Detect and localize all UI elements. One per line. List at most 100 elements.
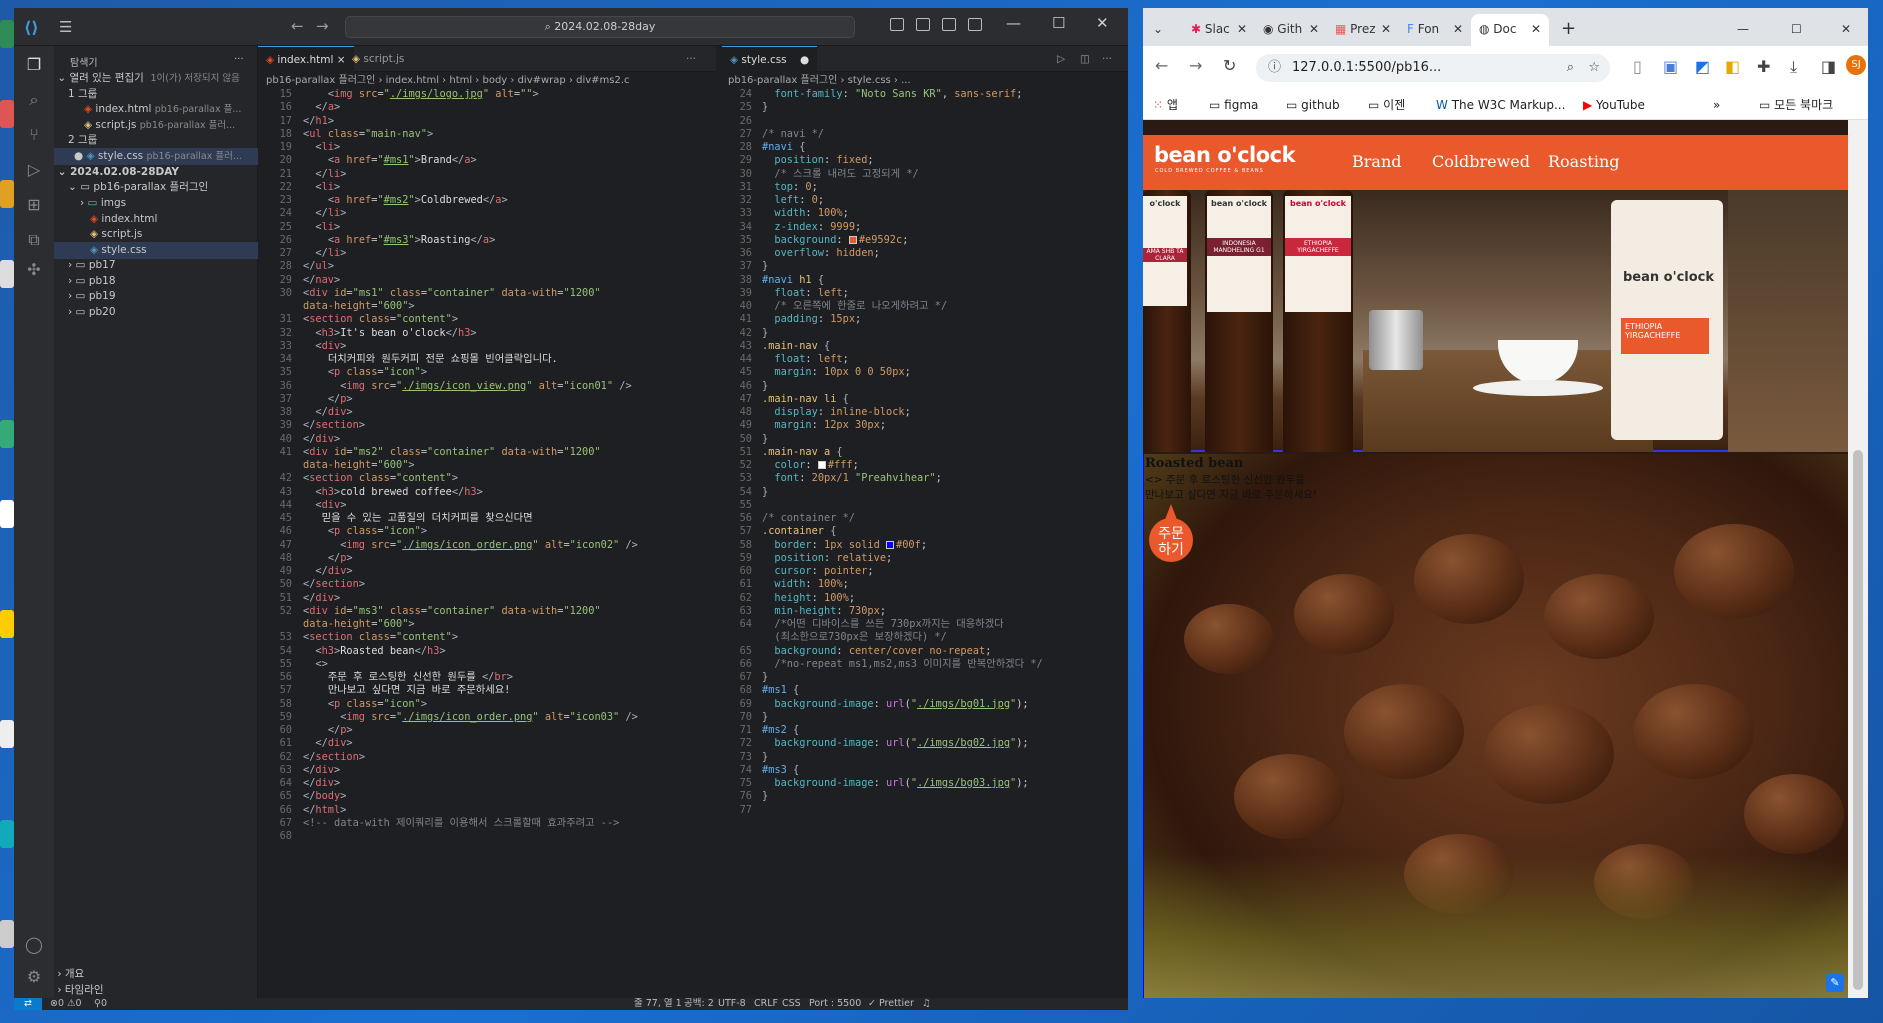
close-tab-icon[interactable]: ✕ — [1381, 14, 1391, 44]
indentation[interactable]: 공백: 2 — [684, 998, 714, 1010]
back-arrow-icon[interactable]: ← — [291, 17, 304, 35]
tab-search-icon[interactable]: ⌄ — [1145, 14, 1171, 46]
notifications-bell-icon[interactable]: ♫ — [922, 998, 931, 1010]
source-control-icon[interactable]: ⑂ — [25, 126, 43, 144]
back-icon[interactable]: ← — [1155, 56, 1168, 75]
close-tab-icon[interactable]: ✕ — [1309, 14, 1319, 44]
menu-icon[interactable]: ☰ — [59, 18, 77, 36]
folder-pb20[interactable]: › ▭ pb20 — [54, 304, 258, 321]
extensions-puzzle-icon[interactable]: ✚ — [1757, 57, 1770, 76]
search-icon[interactable]: ⌕ — [25, 91, 43, 109]
close-tab-icon[interactable]: ✕ — [1531, 14, 1541, 44]
tree-script-js[interactable]: ◈ script.js — [54, 226, 258, 243]
desktop-icon[interactable] — [0, 260, 14, 288]
extension-icon[interactable]: ▯ — [1633, 57, 1642, 76]
open-editors-section[interactable]: ⌄ 열려 있는 편집기 1이(가) 저장되지 않음 — [54, 70, 258, 87]
download-icon[interactable]: ⤓ — [1790, 57, 1797, 77]
tab-index-html[interactable]: ◈ index.html × — [258, 46, 354, 72]
nav-link-coldbrewed[interactable]: Coldbrewed — [1432, 152, 1530, 171]
tab-github[interactable]: ◉ Gith ✕ — [1255, 14, 1327, 46]
breadcrumb-left[interactable]: pb16-parallax 플러그인 › index.html › html ›… — [266, 73, 716, 89]
forward-arrow-icon[interactable]: → — [316, 17, 329, 35]
ports-indicator[interactable]: ⚲0 — [94, 998, 107, 1010]
remote-indicator-icon[interactable]: ⇄ — [14, 998, 42, 1010]
tree-imgs[interactable]: › ▭ imgs — [54, 195, 258, 212]
maximize-icon[interactable]: ☐ — [1052, 14, 1065, 32]
minimize-icon[interactable]: — — [1729, 14, 1759, 46]
desktop-icon[interactable] — [0, 180, 14, 208]
cursor-position[interactable]: 줄 77, 열 1 — [634, 998, 682, 1010]
all-bookmarks[interactable]: ▭ 모든 북마크 — [1759, 95, 1833, 115]
customize-layout-icon[interactable] — [968, 18, 982, 31]
tab-fonts[interactable]: F Fon ✕ — [1399, 14, 1471, 46]
section-ms1-brand-image[interactable]: o'clock AMA SHB TA CLARA bean o'clock INDO… — [1143, 190, 1848, 452]
more-actions-icon[interactable]: ··· — [234, 54, 244, 65]
zoom-icon[interactable]: ⌕ — [1567, 54, 1574, 82]
bookmark-github[interactable]: ▭ github — [1286, 95, 1340, 115]
account-icon[interactable]: ◯ — [25, 936, 43, 954]
minimize-icon[interactable]: — — [1006, 14, 1021, 32]
side-panel-icon[interactable]: ◨ — [1821, 57, 1836, 76]
tab-style-css[interactable]: ◈ style.css ● — [722, 46, 818, 72]
desktop-icon[interactable] — [0, 100, 14, 128]
new-tab-icon[interactable]: + — [1553, 14, 1583, 46]
toggle-sidebar-icon[interactable] — [890, 18, 904, 31]
timeline-section[interactable]: › 타임라인 — [54, 982, 258, 999]
extensions-icon[interactable]: ⊞ — [25, 196, 43, 214]
desktop-icon[interactable] — [0, 420, 14, 448]
live-server-port[interactable]: Port : 5500 — [809, 998, 861, 1010]
remote-explorer-icon[interactable]: ⧉ — [25, 231, 43, 249]
desktop-icon[interactable] — [0, 20, 14, 48]
tab-script-js[interactable]: ◈ script.js — [344, 46, 412, 72]
close-window-icon[interactable]: ✕ — [1833, 14, 1863, 46]
problems-indicator[interactable]: ⊗0 ⚠0 — [50, 998, 82, 1010]
folder-pb19[interactable]: › ▭ pb19 — [54, 288, 258, 305]
nav-link-brand[interactable]: Brand — [1352, 152, 1402, 171]
section-ms3-roasted-bean[interactable]: Roasted bean <> 주문 후 로스팅한 신선한 원두를 만나보고 싶… — [1143, 454, 1848, 998]
profile-avatar[interactable]: SJ — [1846, 55, 1866, 75]
close-tab-icon[interactable]: ✕ — [1453, 14, 1463, 44]
bookmark-w3c[interactable]: W The W3C Markup... — [1436, 95, 1565, 115]
extension-icon[interactable]: ▣ — [1663, 57, 1678, 76]
run-icon[interactable]: ▷ — [1049, 46, 1073, 72]
line-ending[interactable]: CRLF — [754, 998, 778, 1010]
extension-icon[interactable]: ◧ — [1725, 57, 1740, 76]
desktop-icon[interactable] — [0, 820, 14, 848]
bookmark-ijen[interactable]: ▭ 이젠 — [1368, 95, 1405, 115]
tab-document-active[interactable]: ◍ Doc ✕ — [1471, 14, 1549, 46]
scrollbar-thumb[interactable] — [1853, 450, 1863, 990]
maximize-icon[interactable]: ☐ — [1783, 14, 1813, 46]
forward-icon[interactable]: → — [1189, 56, 1202, 75]
live-share-icon[interactable]: ✣ — [25, 261, 43, 279]
reload-icon[interactable]: ↻ — [1223, 56, 1236, 75]
desktop-icon[interactable] — [0, 610, 14, 638]
more-actions-icon[interactable]: ··· — [1094, 46, 1120, 72]
run-debug-icon[interactable]: ▷ — [25, 161, 43, 179]
page-scrollbar[interactable] — [1848, 120, 1868, 998]
outline-section[interactable]: › 개요 — [54, 966, 258, 983]
tab-prezi[interactable]: ▦ Prez ✕ — [1327, 14, 1399, 46]
open-file-index-html[interactable]: ◈ index.html pb16-parallax 플... — [54, 101, 258, 118]
toggle-secondary-sidebar-icon[interactable] — [942, 18, 956, 31]
extension-icon[interactable]: ◩ — [1695, 57, 1710, 76]
desktop-icon[interactable] — [0, 920, 14, 948]
bookmark-apps[interactable]: ⁙ 앱 — [1153, 95, 1178, 115]
desktop-icon[interactable] — [0, 720, 14, 748]
encoding[interactable]: UTF-8 — [718, 998, 746, 1010]
desktop-icon[interactable] — [0, 500, 14, 528]
toggle-panel-icon[interactable] — [916, 18, 930, 31]
site-info-icon[interactable]: ⓘ — [1268, 54, 1281, 82]
language-mode[interactable]: CSS — [782, 998, 801, 1010]
bookmark-star-icon[interactable]: ☆ — [1588, 54, 1600, 82]
tab-slack[interactable]: ✱ Slac ✕ — [1183, 14, 1255, 46]
explorer-icon[interactable]: ❐ — [25, 56, 43, 74]
address-bar[interactable]: ⓘ 127.0.0.1:5500/pb16... ⌕ ☆ — [1256, 54, 1610, 82]
breadcrumb-right[interactable]: pb16-parallax 플러그인 › style.css › ... — [728, 73, 1128, 89]
bookmark-youtube[interactable]: ▶ YouTube — [1583, 95, 1645, 115]
more-actions-icon[interactable]: ··· — [678, 46, 704, 72]
close-tab-icon[interactable]: ✕ — [1237, 14, 1247, 44]
prettier-status[interactable]: ✓ Prettier — [868, 998, 914, 1010]
settings-gear-icon[interactable]: ⚙ — [25, 968, 43, 986]
nav-link-roasting[interactable]: Roasting — [1548, 152, 1620, 171]
code-editor-html[interactable]: 15 16 17 18 19 20 21 22 23 24 25 26 27 2… — [258, 88, 718, 998]
